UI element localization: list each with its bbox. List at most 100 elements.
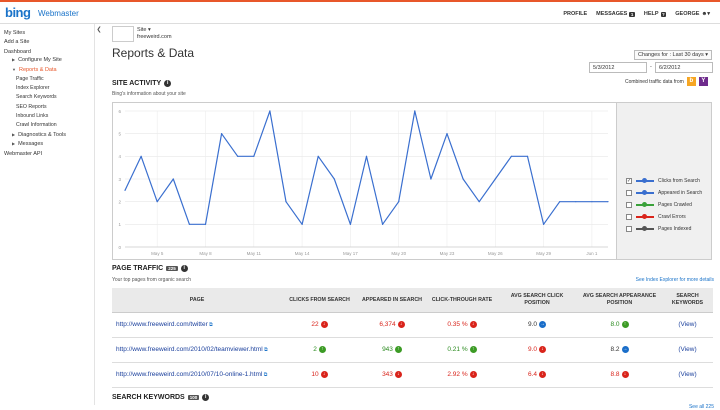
column-header[interactable]: CLICKS FROM SEARCH (282, 288, 357, 313)
arrow-down-icon: ↓ (394, 370, 402, 378)
page-url-link[interactable]: http://www.freeweird.com/twitter (116, 321, 208, 328)
legend-item[interactable]: Pages Crawled (617, 199, 711, 211)
metric-value: 22 (311, 321, 319, 329)
sidebar-item-add-a-site[interactable]: Add a Site (0, 36, 94, 45)
nav-help[interactable]: HELP? (644, 11, 667, 17)
legend-checkbox[interactable]: ✓ (626, 178, 632, 184)
sidebar-item-label: Add a Site (4, 39, 30, 46)
info-icon[interactable]: i (180, 265, 188, 272)
date-to-input[interactable]: 6/2/2012 (655, 62, 713, 73)
legend-checkbox[interactable] (626, 214, 632, 220)
sidebar-item-label: Page Traffic (16, 75, 44, 82)
data-point (204, 223, 207, 225)
legend-item[interactable]: Appeared in Search (617, 187, 711, 199)
page-url-link[interactable]: http://www.freeweird.com/2010/02/teamvie… (116, 346, 263, 353)
see-index-explorer-link[interactable]: See Index Explorer for more details (636, 277, 714, 283)
page-cell: http://www.freeweird.com/2010/07/10-onli… (112, 362, 282, 388)
x-tick-label: May 29 (536, 251, 551, 256)
metric-value: 6.4 (527, 371, 538, 379)
bing-b-logo-icon[interactable]: b (686, 77, 696, 86)
nav-user-menu[interactable]: GEORGE ☻▾ (675, 11, 710, 17)
messages-count-badge: 1 (629, 11, 635, 17)
data-point (575, 201, 577, 203)
table-row: http://www.freeweird.com/2010/07/10-onli… (112, 362, 713, 388)
table-row: http://www.freeweird.com/2010/02/teamvie… (112, 337, 713, 363)
data-point (398, 201, 400, 203)
view-keywords-link[interactable]: (View) (678, 371, 696, 378)
info-icon[interactable]: i (164, 80, 172, 87)
collapse-sidebar-icon[interactable]: ❮ (95, 24, 103, 36)
sidebar-item-dashboard[interactable]: Dashboard (0, 46, 94, 55)
arrow-down-icon: ↓ (621, 370, 629, 378)
legend-item[interactable]: ✓ Clicks from Search (617, 175, 711, 187)
sidebar-item-index-explorer[interactable]: Index Explorer (0, 83, 94, 92)
data-point (253, 155, 255, 157)
view-keywords-link[interactable]: (View) (678, 346, 696, 353)
sidebar-item-search-keywords[interactable]: Search Keywords (0, 92, 94, 101)
sidebar-item-label: Index Explorer (16, 85, 50, 92)
metric-cell: 0.21 % ↑ (427, 337, 497, 363)
data-point (188, 223, 190, 225)
data-point (333, 178, 335, 180)
legend-label: Pages Indexed (658, 226, 692, 232)
legend-line-marker-icon (636, 190, 654, 196)
external-link-icon[interactable]: ⧉ (208, 322, 213, 328)
legend-item[interactable]: Pages Indexed (617, 223, 711, 235)
column-header[interactable]: AVG SEARCH CLICK POSITION (497, 288, 577, 313)
external-link-icon[interactable]: ⧉ (263, 347, 268, 353)
external-link-icon[interactable]: ⧉ (262, 372, 268, 378)
view-keywords-link[interactable]: (View) (678, 321, 696, 328)
metric-cell: 2.92 % ↓ (427, 362, 497, 388)
x-tick-label: May 8 (199, 251, 212, 256)
column-header[interactable]: SEARCH KEYWORDS (662, 288, 713, 313)
metric-cell: 343 ↓ (357, 362, 427, 388)
legend-label: Clicks from Search (658, 178, 700, 184)
arrow-down-icon: ↓ (539, 345, 547, 353)
sidebar-item-label: Diagnostics & Tools (18, 131, 66, 138)
sidebar-item-configure-my-site[interactable]: ▶ Configure My Site (0, 55, 94, 64)
site-activity-subtitle: Bing's information about your site (112, 91, 186, 97)
data-point (430, 178, 432, 180)
sidebar-item-messages[interactable]: ▶ Messages (0, 139, 94, 148)
legend-checkbox[interactable] (626, 202, 632, 208)
site-selector[interactable]: Site ▾ (137, 27, 151, 33)
sidebar-item-reports-data[interactable]: ▼ Reports & Data (0, 64, 94, 73)
data-point (237, 155, 239, 157)
column-header[interactable]: PAGE (112, 288, 282, 313)
data-point (510, 155, 512, 157)
y-tick-label: 0 (118, 245, 121, 250)
sidebar-item-diagnostics-tools[interactable]: ▶ Diagnostics & Tools (0, 129, 94, 138)
page-url-link[interactable]: http://www.freeweird.com/2010/07/10-onli… (116, 371, 262, 378)
changes-for-dropdown[interactable]: Changes for : Last 30 days ▾ (633, 50, 712, 60)
nav-profile[interactable]: PROFILE (563, 11, 587, 17)
legend-checkbox[interactable] (626, 226, 632, 232)
info-icon[interactable]: i (202, 394, 210, 401)
nav-messages[interactable]: MESSAGES 1 (596, 11, 635, 17)
sidebar-item-crawl-information[interactable]: Crawl Information (0, 120, 94, 129)
metric-value: 0.21 % (447, 346, 468, 354)
sidebar-item-inbound-links[interactable]: Inbound Links (0, 111, 94, 120)
metric-cell: 6,374 ↓ (357, 312, 427, 338)
sidebar-item-seo-reports[interactable]: SEO Reports (0, 101, 94, 110)
bing-logo[interactable]: bing (5, 5, 31, 20)
metric-value: 9.0 (527, 346, 538, 354)
sidebar-item-webmaster-api[interactable]: Webmaster API (0, 148, 94, 157)
date-from-input[interactable]: 5/3/2012 (589, 62, 647, 73)
sidebar-item-my-sites[interactable]: My Sites (0, 27, 94, 36)
column-header[interactable]: AVG SEARCH APPEARANCE POSITION (577, 288, 662, 313)
expanded-arrow-icon: ▼ (12, 66, 16, 72)
help-icon: ? (660, 11, 667, 17)
legend-checkbox[interactable] (626, 190, 632, 196)
metric-cell: 8.0 ↑ (577, 312, 662, 338)
metric-value: 0.35 % (447, 321, 468, 329)
column-header[interactable]: CLICK-THROUGH RATE (427, 288, 497, 313)
legend-label: Crawl Errors (658, 214, 686, 220)
top-nav: PROFILE MESSAGES 1 HELP? GEORGE ☻▾ (563, 11, 710, 17)
page-cell: http://www.freeweird.com/twitter ⧉ (112, 312, 282, 338)
page-traffic-heading: PAGE TRAFFIC 225 i (112, 265, 188, 272)
column-header[interactable]: APPEARED IN SEARCH (357, 288, 427, 313)
site-thumbnail (112, 26, 134, 42)
sidebar-item-page-traffic[interactable]: Page Traffic (0, 73, 94, 82)
legend-item[interactable]: Crawl Errors (617, 211, 711, 223)
yahoo-y-logo-icon[interactable]: Y (698, 77, 708, 86)
